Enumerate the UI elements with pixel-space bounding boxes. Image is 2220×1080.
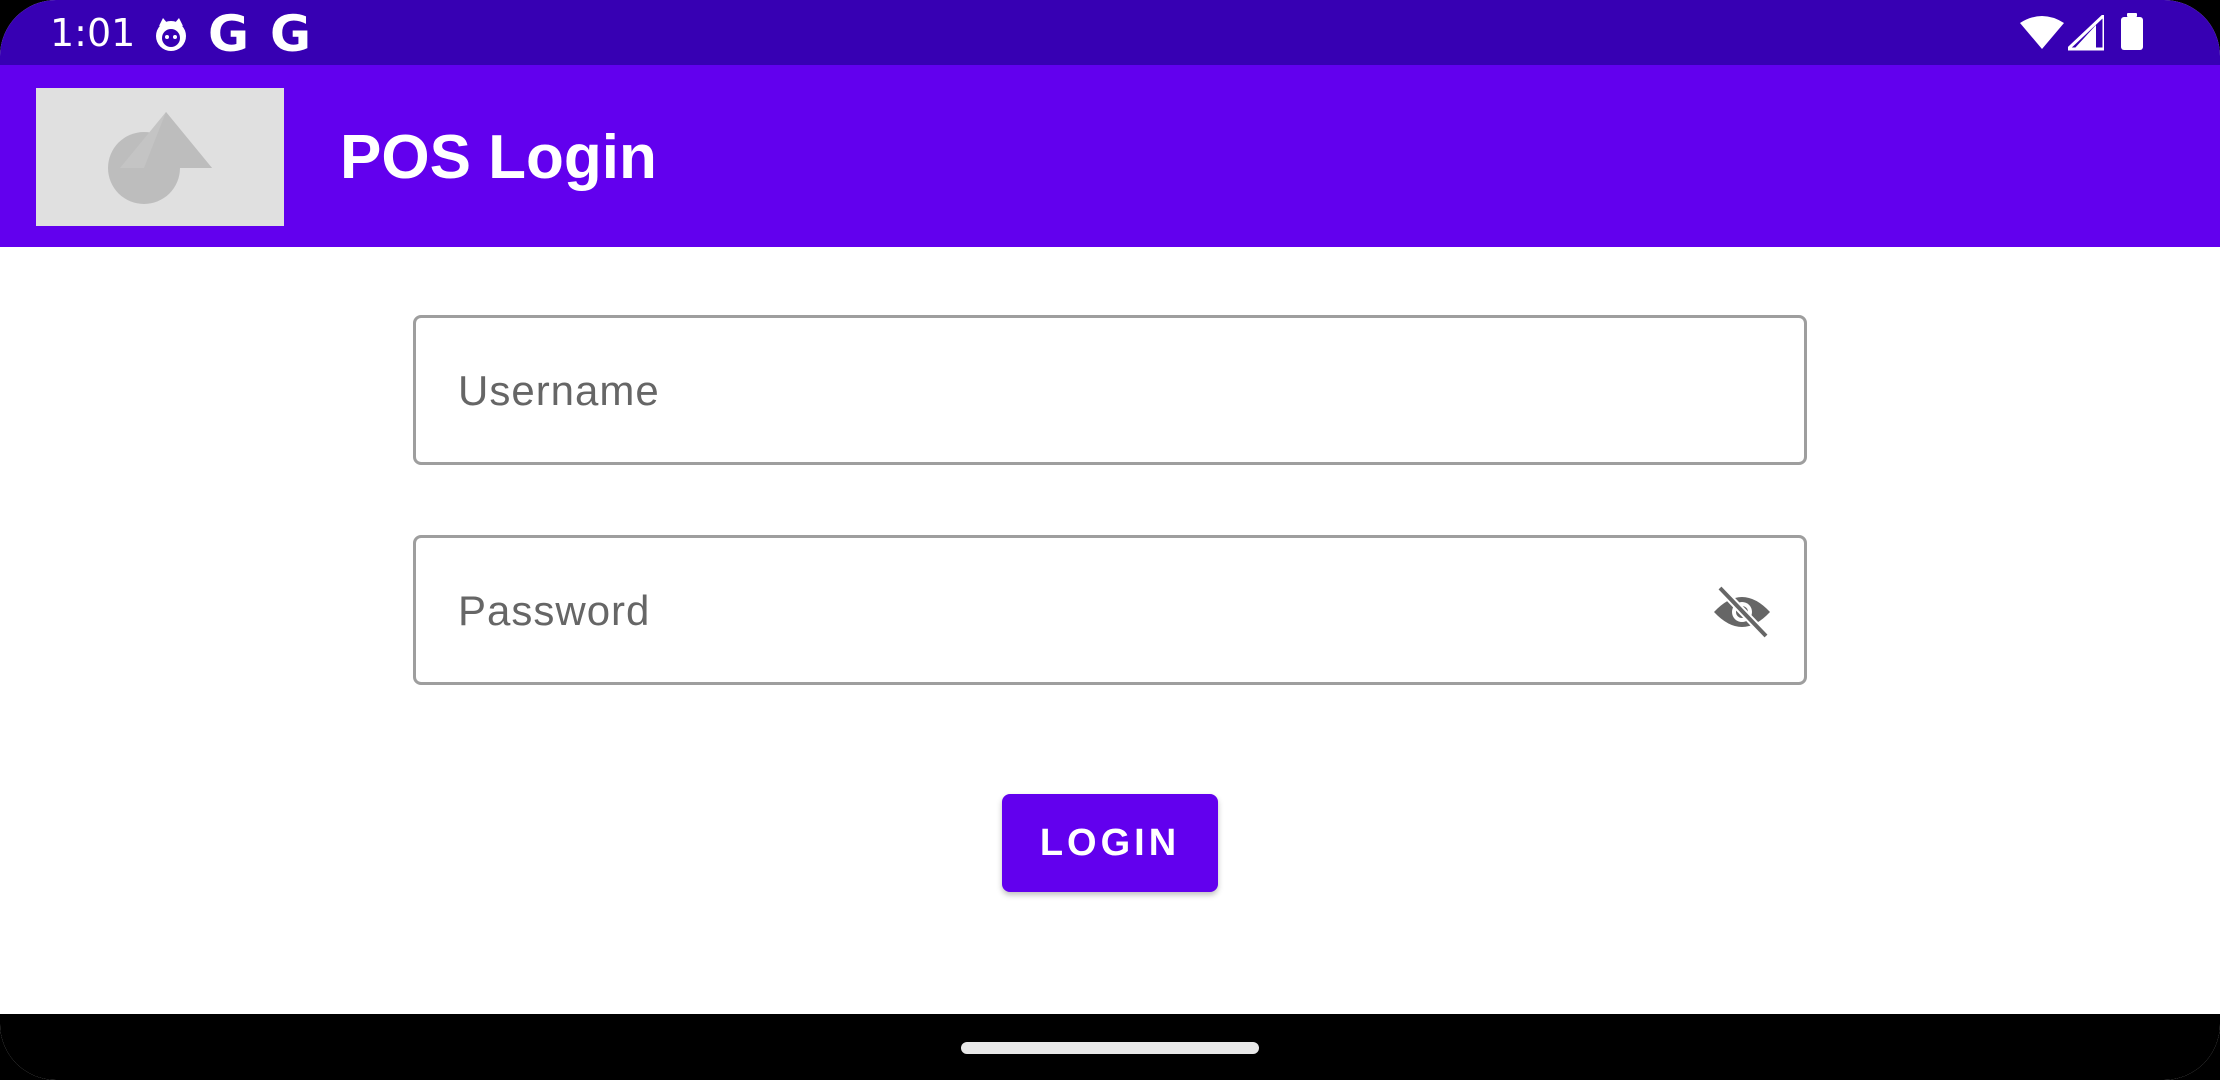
password-input[interactable] [456,538,1710,684]
page-title: POS Login [340,123,657,192]
google-g-icon: G [208,5,250,63]
username-field[interactable] [413,315,1807,465]
login-button[interactable]: LOGIN [1002,794,1218,892]
signal-icon [2064,11,2106,56]
app-screen: 1:01 G G POS Login Username LOGIN [0,0,2220,1080]
app-bar: POS Login [0,65,2220,247]
status-bar: 1:01 G G [0,0,2220,65]
wifi-icon [2020,15,2064,56]
image-placeholder-icon [36,88,284,226]
home-gesture-handle[interactable] [961,1042,1259,1054]
navigation-bar [0,1014,2220,1080]
username-input[interactable] [456,318,1710,464]
password-field[interactable] [413,535,1807,685]
google-g-icon: G [270,5,312,63]
cat-notification-icon [151,16,191,57]
battery-icon [2120,13,2144,56]
status-time: 1:01 [50,11,136,55]
eye-off-icon[interactable] [1710,584,1774,640]
